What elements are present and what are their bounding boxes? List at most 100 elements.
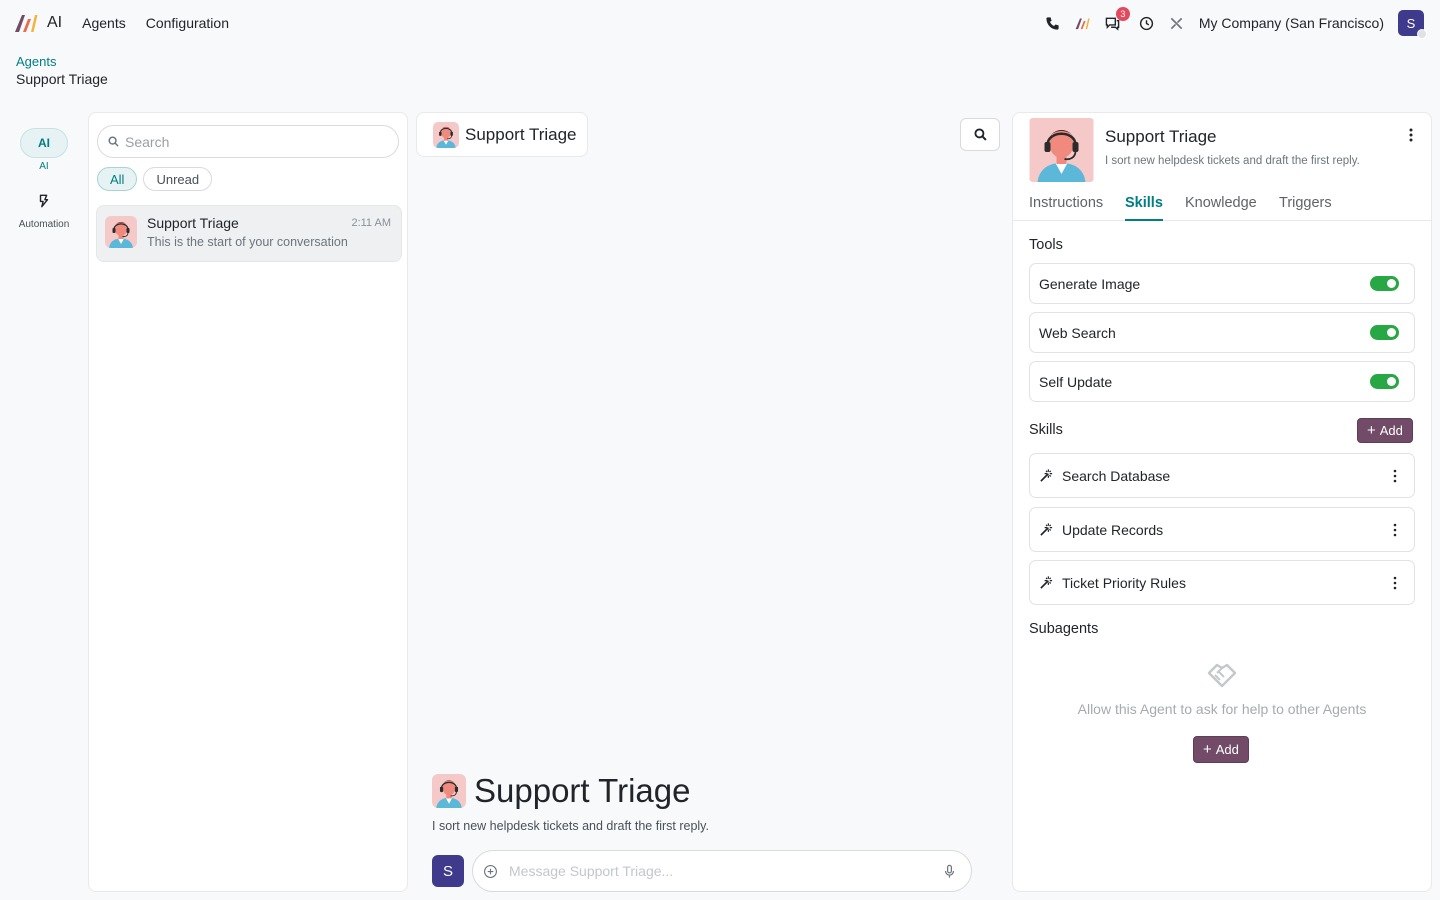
tool-label: Generate Image: [1039, 275, 1141, 292]
breadcrumb-agents-link[interactable]: Agents: [16, 54, 108, 70]
skill-menu-button[interactable]: [1391, 468, 1399, 484]
composer-user-initial: S: [442, 862, 453, 880]
plus-icon: +: [1367, 422, 1376, 439]
tool-label: Self Update: [1039, 373, 1113, 390]
conversation-filters: All Unread: [97, 167, 213, 191]
tool-toggle[interactable]: [1370, 276, 1399, 291]
magic-wand-icon: [1040, 576, 1053, 589]
app-name: AI: [47, 14, 63, 31]
chat-badge: 3: [1115, 7, 1130, 21]
user-avatar[interactable]: S: [1398, 10, 1427, 39]
app-brand[interactable]: AI: [14, 13, 62, 33]
welcome-title: Support Triage: [474, 772, 691, 809]
ai-logo-icon: [15, 15, 38, 32]
nav-agents[interactable]: Agents: [82, 15, 126, 31]
filter-unread[interactable]: Unread: [143, 167, 213, 191]
skills-section-title: Skills: [1029, 422, 1063, 438]
agent-tabs: Instructions Skills Knowledge Triggers: [1013, 185, 1431, 221]
tools-section-title: Tools: [1029, 237, 1063, 253]
chat-header-title: Support Triage: [465, 124, 577, 144]
clock-icon[interactable]: [1139, 15, 1155, 31]
plus-icon: +: [1203, 741, 1212, 758]
agent-avatar: [432, 774, 466, 808]
add-attachment-icon[interactable]: [483, 864, 498, 879]
skill-row-search-database[interactable]: Search Database: [1029, 453, 1415, 498]
conversation-preview: This is the start of your conversation: [147, 235, 348, 249]
conversation-search[interactable]: [97, 125, 399, 158]
tool-toggle[interactable]: [1370, 325, 1399, 340]
kebab-icon: [1393, 523, 1397, 537]
welcome-description: I sort new helpdesk tickets and draft th…: [432, 819, 709, 833]
chat-icon[interactable]: 3: [1105, 7, 1130, 31]
conversation-title: Support Triage: [147, 215, 239, 231]
composer-user-avatar: S: [432, 855, 464, 887]
kebab-icon: [1393, 576, 1397, 590]
rail-item-ai[interactable]: AI AI: [0, 128, 88, 172]
systray: 3 My Company (San Francisco) S: [1045, 0, 1427, 46]
conversation-item[interactable]: Support Triage This is the start of your…: [96, 205, 402, 262]
chat-search-button[interactable]: [960, 118, 1000, 151]
tool-toggle[interactable]: [1370, 374, 1399, 389]
phone-icon[interactable]: [1045, 15, 1061, 31]
ai-rail-icon: AI: [20, 128, 68, 158]
search-input[interactable]: [125, 133, 385, 150]
skill-menu-button[interactable]: [1391, 575, 1399, 591]
agent-panel: Support Triage I sort new helpdesk ticke…: [1012, 112, 1432, 892]
tab-instructions[interactable]: Instructions: [1029, 195, 1103, 211]
add-skill-label: Add: [1379, 423, 1403, 438]
tool-row-self-update: Self Update: [1029, 361, 1415, 402]
user-avatar-initial: S: [1406, 15, 1416, 31]
rail-label-automation: Automation: [18, 219, 70, 230]
agent-menu-button[interactable]: [1405, 125, 1417, 145]
agent-description: I sort new helpdesk tickets and draft th…: [1105, 155, 1360, 167]
search-icon: [973, 128, 987, 141]
breadcrumb-current: Support Triage: [16, 71, 108, 87]
message-composer[interactable]: [472, 850, 972, 892]
chat-welcome: Support Triage: [432, 772, 690, 810]
kebab-icon: [1393, 469, 1397, 483]
magic-wand-icon: [1040, 469, 1053, 482]
top-navbar: AI Agents Configuration 3 My Company (Sa…: [0, 0, 1440, 46]
chat-header[interactable]: Support Triage: [416, 112, 588, 157]
conversation-time: 2:11 AM: [351, 217, 391, 229]
skill-row-ticket-priority-rules[interactable]: Ticket Priority Rules: [1029, 560, 1415, 605]
conversation-list-panel: All Unread Support Triage This is the st…: [88, 112, 408, 892]
add-subagent-button[interactable]: + Add: [1193, 736, 1249, 763]
user-status-dot: [1417, 29, 1427, 39]
magic-wand-icon: [1040, 523, 1053, 536]
skill-menu-button[interactable]: [1391, 522, 1399, 538]
rail-label-ai: AI: [39, 161, 49, 172]
company-switcher[interactable]: My Company (San Francisco): [1199, 15, 1384, 31]
tab-triggers[interactable]: Triggers: [1279, 195, 1332, 211]
tab-skills[interactable]: Skills: [1125, 195, 1163, 221]
subagents-section-title: Subagents: [1029, 621, 1099, 637]
kebab-icon: [1409, 128, 1413, 142]
skill-label: Search Database: [1062, 467, 1171, 484]
microphone-icon[interactable]: [942, 864, 957, 879]
agent-name: Support Triage: [1105, 127, 1217, 146]
tool-row-generate-image: Generate Image: [1029, 263, 1415, 304]
search-icon: [108, 136, 119, 147]
skill-label: Ticket Priority Rules: [1062, 574, 1186, 591]
tool-label: Web Search: [1039, 324, 1116, 341]
filter-all[interactable]: All: [97, 167, 138, 191]
add-skill-button[interactable]: + Add: [1357, 418, 1413, 443]
subagents-empty-text: Allow this Agent to ask for help to othe…: [1077, 701, 1367, 717]
agent-avatar: [433, 122, 459, 148]
bolt-icon: [20, 186, 68, 216]
agent-photo[interactable]: [1029, 118, 1094, 182]
agent-avatar: [105, 216, 137, 248]
add-subagent-label: Add: [1215, 742, 1239, 757]
rail-item-automation[interactable]: Automation: [0, 186, 88, 230]
tool-row-web-search: Web Search: [1029, 312, 1415, 353]
tab-knowledge[interactable]: Knowledge: [1185, 195, 1257, 211]
ai-systray-icon[interactable]: [1075, 15, 1091, 31]
breadcrumb: Agents Support Triage: [16, 54, 108, 88]
app-rail: AI AI Automation: [0, 112, 88, 244]
tools-icon[interactable]: [1169, 15, 1185, 31]
message-input[interactable]: [509, 863, 942, 879]
handshake-icon: [1207, 663, 1237, 688]
skill-label: Update Records: [1062, 521, 1164, 538]
skill-row-update-records[interactable]: Update Records: [1029, 507, 1415, 552]
nav-configuration[interactable]: Configuration: [146, 15, 229, 31]
